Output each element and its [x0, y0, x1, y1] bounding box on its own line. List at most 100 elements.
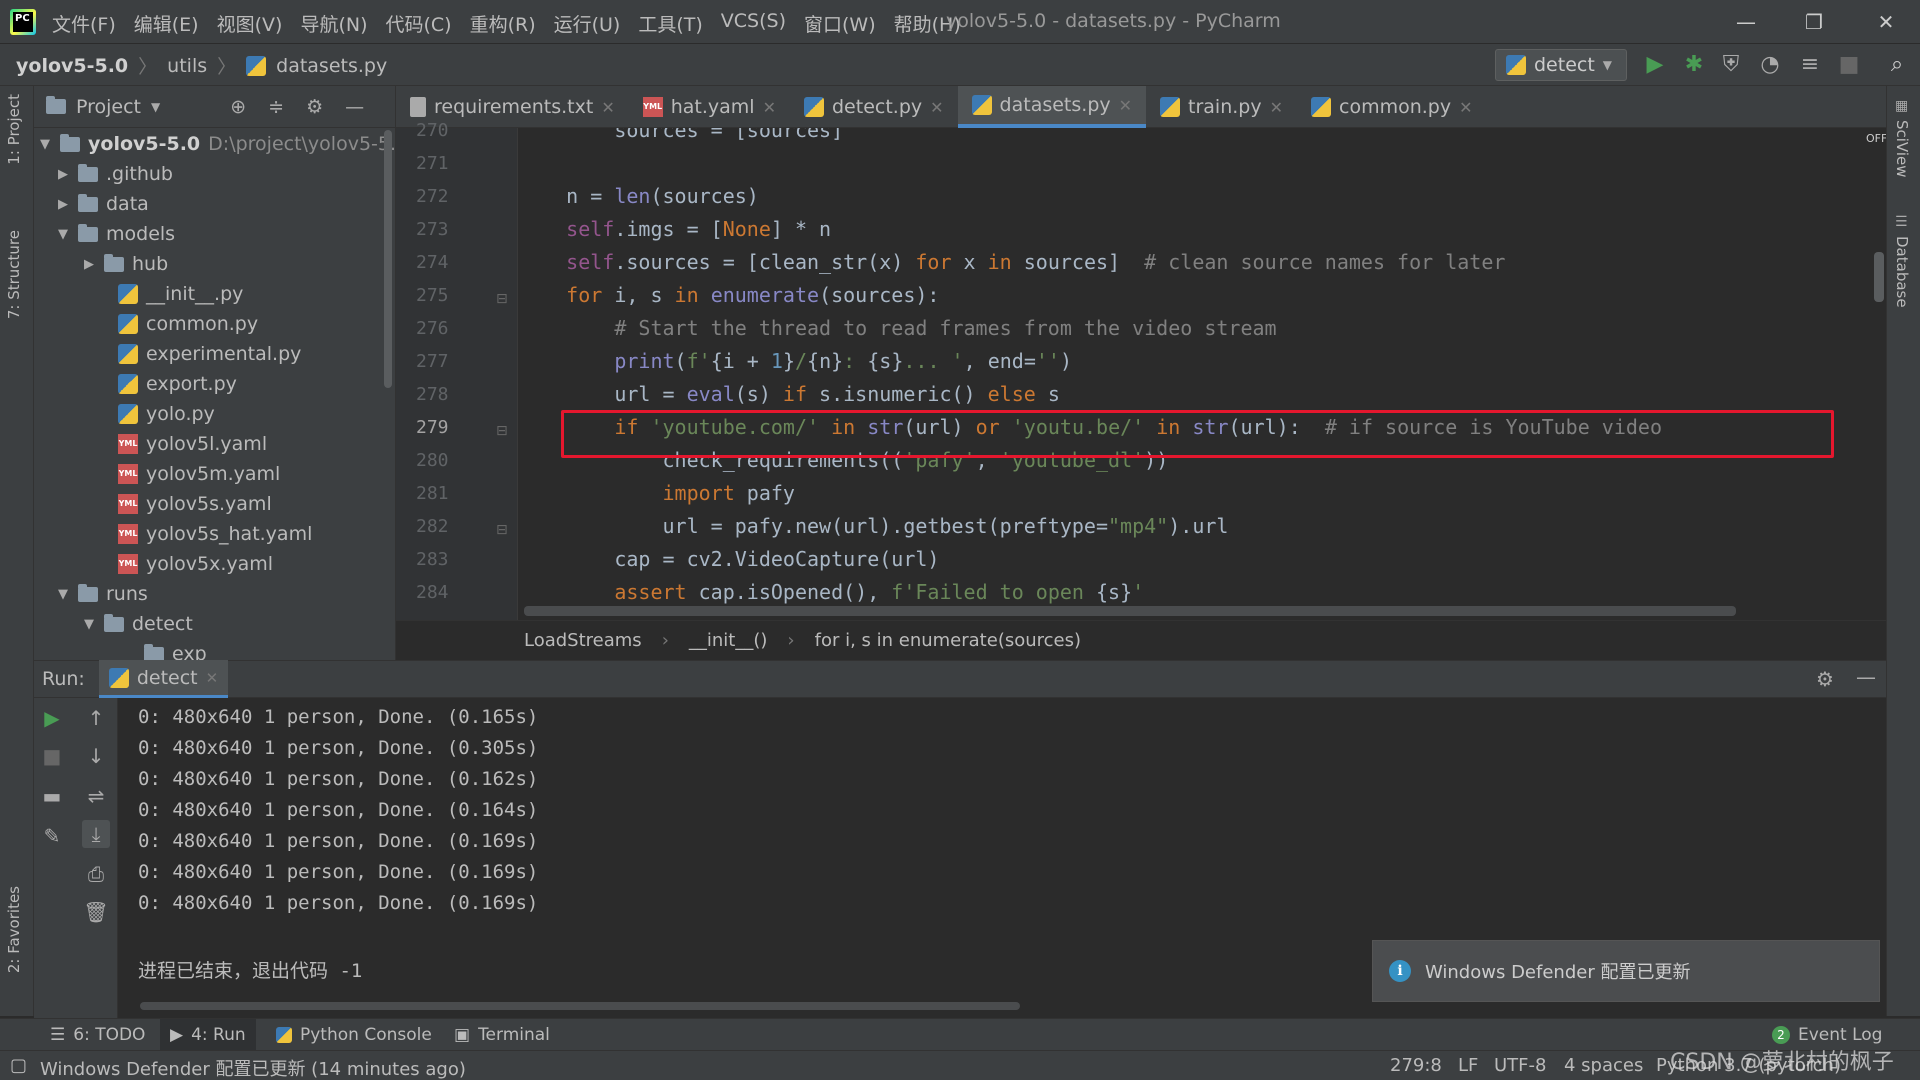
console-horizontal-scrollbar[interactable] [140, 1002, 1020, 1010]
hide-panel-icon[interactable]: — [345, 96, 364, 118]
close-tab-icon[interactable]: ✕ [206, 669, 219, 687]
tree-item-data[interactable]: ▶ data [56, 189, 149, 219]
tab-detect-py[interactable]: detect.py ✕ [790, 86, 958, 128]
tree-item-yolov5m-yaml[interactable]: YML yolov5m.yaml [118, 459, 280, 489]
restore-button[interactable]: ❐ [1794, 8, 1834, 36]
expanded-arrow-icon[interactable]: ▼ [56, 227, 70, 242]
database-tool-tab[interactable]: Database [1893, 236, 1911, 308]
tab-datasets-py[interactable]: datasets.py ✕ [957, 86, 1147, 128]
crumb-class[interactable]: LoadStreams [524, 630, 642, 651]
tree-item-yolov5l-yaml[interactable]: YML yolov5l.yaml [118, 429, 267, 459]
menu-edit[interactable]: 编辑(E) [134, 10, 199, 37]
notification-balloon[interactable]: i Windows Defender 配置已更新 [1372, 940, 1880, 1002]
expanded-arrow-icon[interactable]: ▼ [82, 617, 96, 632]
restore-layout-icon[interactable]: ▬ [38, 782, 66, 810]
tree-item-common-py[interactable]: common.py [118, 309, 258, 339]
close-tab-icon[interactable]: ✕ [1119, 96, 1132, 115]
debug-icon[interactable]: ✱ [1681, 52, 1707, 78]
structure-tool-tab[interactable]: 7: Structure [5, 230, 23, 319]
menu-run[interactable]: 运行(U) [554, 10, 621, 37]
arrow-down-icon[interactable]: ↓ [82, 742, 110, 770]
soft-wrap-icon[interactable]: ⇌ [82, 782, 110, 810]
fold-marker-icon[interactable]: ⊟ [496, 423, 508, 439]
tree-item-yolov5s-hat-yaml[interactable]: YML yolov5s_hat.yaml [118, 519, 312, 549]
menu-code[interactable]: 代码(C) [385, 10, 451, 37]
collapsed-arrow-icon[interactable]: ▶ [56, 197, 70, 212]
editor-horizontal-scrollbar[interactable] [524, 606, 1736, 616]
coverage-icon[interactable]: ⛨ [1718, 52, 1744, 78]
tree-item-exp[interactable]: exp [144, 639, 207, 660]
arrow-up-icon[interactable]: ↑ [82, 704, 110, 732]
close-tab-icon[interactable]: ✕ [1459, 98, 1472, 117]
tree-root[interactable]: ▼ yolov5-5.0 D:\project\yolov5-5.0 [38, 129, 395, 159]
tree-item-yolo-py[interactable]: yolo.py [118, 399, 215, 429]
toggle-tool-windows-icon[interactable]: ▢ [10, 1055, 27, 1076]
project-scrollbar[interactable] [384, 130, 392, 388]
editor-vertical-scrollbar[interactable] [1874, 252, 1884, 302]
run-config-dropdown[interactable]: detect ▼ [1495, 49, 1627, 81]
tree-item-detect[interactable]: ▼ detect [82, 609, 193, 639]
close-tab-icon[interactable]: ✕ [930, 98, 943, 117]
menu-tools[interactable]: 工具(T) [638, 10, 702, 37]
scroll-to-end-icon[interactable]: ⤓ [82, 820, 110, 848]
close-window-button[interactable]: ✕ [1866, 8, 1906, 36]
project-view-selector[interactable]: Project [76, 96, 141, 118]
hide-panel-icon[interactable]: — [1856, 665, 1876, 689]
profile-icon[interactable]: ◔ [1757, 52, 1783, 78]
rerun-icon[interactable]: ▶ [38, 704, 66, 732]
gear-icon[interactable]: ⚙ [306, 96, 323, 118]
code-editor[interactable]: sources = [sources] n = len(sources) sel… [518, 128, 1886, 620]
caret-down-icon[interactable]: ▼ [151, 100, 160, 114]
file-encoding[interactable]: UTF-8 [1494, 1055, 1546, 1076]
stop-icon[interactable]: ■ [38, 742, 66, 770]
tab-hat-yaml[interactable]: YML hat.yaml ✕ [629, 86, 790, 128]
run-tab-detect[interactable]: detect ✕ [98, 660, 229, 698]
favorites-tool-tab[interactable]: 2: Favorites [5, 886, 23, 973]
trash-icon[interactable]: 🗑 [82, 898, 110, 926]
menu-navigate[interactable]: 导航(N) [300, 10, 367, 37]
tree-item-export-py[interactable]: export.py [118, 369, 237, 399]
concurrency-icon[interactable]: ≡ [1797, 52, 1823, 78]
fold-marker-icon[interactable]: ⊟ [496, 291, 508, 307]
locate-icon[interactable]: ⊕ [230, 96, 246, 118]
gear-icon[interactable]: ⚙ [1816, 667, 1834, 691]
search-icon[interactable]: ⌕ [1884, 52, 1910, 78]
tree-item-init-py[interactable]: __init__.py [118, 279, 243, 309]
expanded-arrow-icon[interactable]: ▼ [56, 587, 70, 602]
menu-file[interactable]: 文件(F) [52, 10, 116, 37]
tab-common-py[interactable]: common.py ✕ [1297, 86, 1487, 128]
collapse-all-icon[interactable]: ≑ [268, 96, 284, 118]
run-icon[interactable]: ▶ [1642, 52, 1668, 78]
close-tab-icon[interactable]: ✕ [601, 98, 614, 117]
menu-view[interactable]: 视图(V) [217, 10, 283, 37]
tree-item-experimental-py[interactable]: experimental.py [118, 339, 301, 369]
close-tab-icon[interactable]: ✕ [763, 98, 776, 117]
run-tool-tab[interactable]: ▶ 4: Run [160, 1019, 256, 1051]
tree-item-github[interactable]: ▶ .github [56, 159, 173, 189]
tree-item-yolov5x-yaml[interactable]: YML yolov5x.yaml [118, 549, 273, 579]
todo-tool-tab[interactable]: ☰ 6: TODO [40, 1019, 155, 1051]
sciview-tool-tab[interactable]: SciView [1893, 120, 1911, 178]
caret-position[interactable]: 279:8 [1390, 1055, 1442, 1076]
stop-icon[interactable]: ■ [1836, 52, 1862, 78]
crumb-loop[interactable]: for i, s in enumerate(sources) [815, 630, 1081, 651]
collapsed-arrow-icon[interactable]: ▶ [82, 257, 96, 272]
python-console-tool-tab[interactable]: Python Console [266, 1019, 442, 1051]
line-separator[interactable]: LF [1458, 1055, 1478, 1076]
menu-vcs[interactable]: VCS(S) [721, 10, 786, 37]
collapsed-arrow-icon[interactable]: ▶ [56, 167, 70, 182]
status-message[interactable]: Windows Defender 配置已更新 (14 minutes ago) [40, 1055, 466, 1080]
indent-setting[interactable]: 4 spaces [1564, 1055, 1643, 1076]
tree-item-hub[interactable]: ▶ hub [82, 249, 168, 279]
tree-item-models[interactable]: ▼ models [56, 219, 175, 249]
tree-item-runs[interactable]: ▼ runs [56, 579, 148, 609]
menu-window[interactable]: 窗口(W) [804, 10, 876, 37]
breadcrumb-folder[interactable]: utils [167, 55, 207, 77]
breadcrumb-file[interactable]: datasets.py [276, 55, 387, 77]
tab-train-py[interactable]: train.py ✕ [1146, 86, 1297, 128]
tree-item-yolov5s-yaml[interactable]: YML yolov5s.yaml [118, 489, 272, 519]
close-tab-icon[interactable]: ✕ [1270, 98, 1283, 117]
project-tool-tab[interactable]: 1: Project [5, 94, 23, 165]
fold-marker-icon[interactable]: ⊟ [496, 522, 508, 538]
expanded-arrow-icon[interactable]: ▼ [38, 137, 52, 152]
